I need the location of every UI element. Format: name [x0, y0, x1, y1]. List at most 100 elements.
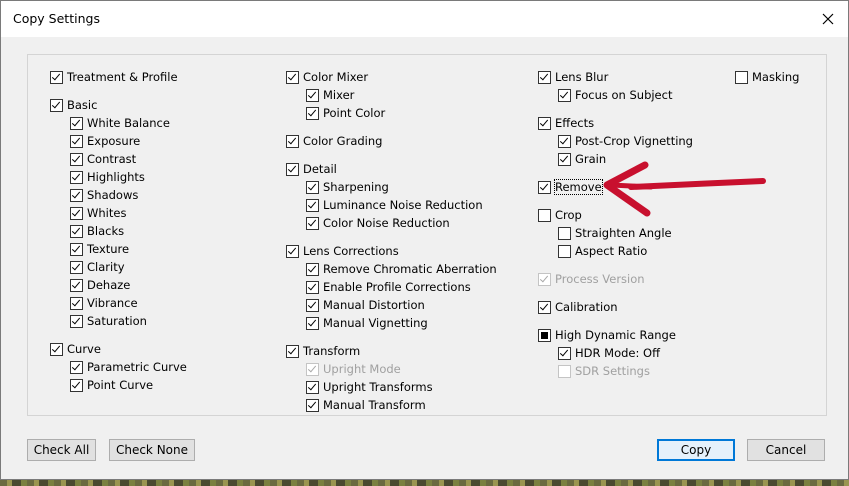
- treatment-profile-checkbox[interactable]: Treatment & Profile: [50, 69, 178, 85]
- checkbox-box[interactable]: [538, 300, 551, 314]
- checkbox-box[interactable]: [306, 198, 319, 212]
- color-mixer-item-checkbox[interactable]: Mixer: [306, 87, 354, 103]
- crop-checkbox[interactable]: Crop: [538, 207, 582, 223]
- check-all-button[interactable]: Check All: [27, 439, 96, 461]
- checkbox-box[interactable]: [70, 206, 83, 220]
- lens-corrections-item-checkbox[interactable]: Manual Vignetting: [306, 315, 428, 331]
- basic-item-checkbox[interactable]: Dehaze: [70, 277, 130, 293]
- detail-item-checkbox[interactable]: Sharpening: [306, 179, 389, 195]
- checkbox-box[interactable]: [306, 216, 319, 230]
- checkbox-box[interactable]: [286, 70, 299, 84]
- checkbox-box[interactable]: [70, 378, 83, 392]
- basic-item-checkbox[interactable]: Vibrance: [70, 295, 138, 311]
- checkbox-box[interactable]: [306, 88, 319, 102]
- effects-item-checkbox[interactable]: Post-Crop Vignetting: [558, 133, 693, 149]
- checkbox-box[interactable]: [306, 106, 319, 120]
- checkbox-box[interactable]: [538, 328, 551, 342]
- effects-checkbox[interactable]: Effects: [538, 115, 594, 131]
- basic-item-checkbox[interactable]: Contrast: [70, 151, 136, 167]
- checkbox-label: Mixer: [323, 88, 355, 102]
- checkbox-box[interactable]: [70, 296, 83, 310]
- lens-corrections-item-checkbox[interactable]: Remove Chromatic Aberration: [306, 261, 497, 277]
- checkbox-box[interactable]: [70, 188, 83, 202]
- basic-item-checkbox[interactable]: Blacks: [70, 223, 124, 239]
- basic-item-checkbox[interactable]: White Balance: [70, 115, 170, 131]
- checkbox-box[interactable]: [306, 298, 319, 312]
- checkbox-box[interactable]: [538, 116, 551, 130]
- checkbox-box[interactable]: [538, 180, 551, 194]
- checkbox-box[interactable]: [50, 98, 63, 112]
- basic-item-checkbox[interactable]: Saturation: [70, 313, 147, 329]
- checkbox-box[interactable]: [306, 280, 319, 294]
- checkbox-box[interactable]: [70, 278, 83, 292]
- color-grading-checkbox[interactable]: Color Grading: [286, 133, 382, 149]
- curve-checkbox[interactable]: Curve: [50, 341, 101, 357]
- high-dynamic-range-checkbox[interactable]: High Dynamic Range: [538, 327, 676, 343]
- close-button[interactable]: [813, 5, 843, 33]
- crop-item-checkbox[interactable]: Aspect Ratio: [558, 243, 647, 259]
- detail-item-checkbox[interactable]: Color Noise Reduction: [306, 215, 450, 231]
- checkbox-label: Manual Vignetting: [323, 316, 428, 330]
- checkbox-box[interactable]: [558, 88, 571, 102]
- cancel-button[interactable]: Cancel: [747, 439, 825, 461]
- checkbox-box[interactable]: [735, 70, 748, 84]
- checkbox-box[interactable]: [558, 134, 571, 148]
- detail-checkbox[interactable]: Detail: [286, 161, 337, 177]
- transform-checkbox[interactable]: Transform: [286, 343, 360, 359]
- checkbox-box[interactable]: [70, 314, 83, 328]
- check-none-button[interactable]: Check None: [109, 439, 195, 461]
- checkbox-box[interactable]: [286, 162, 299, 176]
- basic-checkbox[interactable]: Basic: [50, 97, 97, 113]
- basic-item-checkbox[interactable]: Clarity: [70, 259, 125, 275]
- basic-item-checkbox[interactable]: Whites: [70, 205, 126, 221]
- lens-corrections-item-checkbox[interactable]: Manual Distortion: [306, 297, 425, 313]
- copy-button[interactable]: Copy: [657, 439, 735, 461]
- checkbox-box[interactable]: [286, 134, 299, 148]
- checkbox-box[interactable]: [558, 244, 571, 258]
- lens-blur-checkbox[interactable]: Lens Blur: [538, 69, 608, 85]
- basic-item-checkbox[interactable]: Shadows: [70, 187, 138, 203]
- color-mixer-item-checkbox[interactable]: Point Color: [306, 105, 385, 121]
- checkbox-box[interactable]: [70, 260, 83, 274]
- basic-item-checkbox[interactable]: Exposure: [70, 133, 140, 149]
- checkbox-box[interactable]: [538, 208, 551, 222]
- hdr-item-checkbox[interactable]: HDR Mode: Off: [558, 345, 660, 361]
- curve-item-checkbox[interactable]: Parametric Curve: [70, 359, 187, 375]
- checkbox-box[interactable]: [50, 70, 63, 84]
- checkbox-box[interactable]: [538, 70, 551, 84]
- checkbox-box[interactable]: [70, 116, 83, 130]
- lens-blur-item-checkbox[interactable]: Focus on Subject: [558, 87, 672, 103]
- basic-item-checkbox[interactable]: Texture: [70, 241, 129, 257]
- checkbox-box[interactable]: [286, 244, 299, 258]
- checkbox-box: [558, 364, 571, 378]
- checkbox-box[interactable]: [558, 152, 571, 166]
- checkbox-box[interactable]: [306, 180, 319, 194]
- checkbox-box[interactable]: [306, 380, 319, 394]
- checkbox-box[interactable]: [70, 224, 83, 238]
- checkbox-box[interactable]: [70, 360, 83, 374]
- calibration-checkbox[interactable]: Calibration: [538, 299, 618, 315]
- remove-checkbox[interactable]: Remove: [538, 179, 603, 195]
- checkbox-box[interactable]: [306, 398, 319, 412]
- crop-item-checkbox[interactable]: Straighten Angle: [558, 225, 672, 241]
- checkbox-box[interactable]: [558, 346, 571, 360]
- checkbox-box[interactable]: [70, 134, 83, 148]
- checkbox-box[interactable]: [306, 262, 319, 276]
- effects-item-checkbox[interactable]: Grain: [558, 151, 606, 167]
- checkbox-box[interactable]: [70, 170, 83, 184]
- lens-corrections-checkbox[interactable]: Lens Corrections: [286, 243, 399, 259]
- checkbox-box[interactable]: [70, 152, 83, 166]
- checkbox-box[interactable]: [50, 342, 63, 356]
- checkbox-box[interactable]: [70, 242, 83, 256]
- masking-checkbox[interactable]: Masking: [735, 69, 799, 85]
- color-mixer-checkbox[interactable]: Color Mixer: [286, 69, 368, 85]
- detail-item-checkbox[interactable]: Luminance Noise Reduction: [306, 197, 483, 213]
- curve-item-checkbox[interactable]: Point Curve: [70, 377, 153, 393]
- checkbox-box[interactable]: [558, 226, 571, 240]
- checkbox-box[interactable]: [306, 316, 319, 330]
- checkbox-box[interactable]: [286, 344, 299, 358]
- transform-item-checkbox[interactable]: Manual Transform: [306, 397, 426, 413]
- lens-corrections-item-checkbox[interactable]: Enable Profile Corrections: [306, 279, 471, 295]
- transform-item-checkbox[interactable]: Upright Transforms: [306, 379, 433, 395]
- basic-item-checkbox[interactable]: Highlights: [70, 169, 145, 185]
